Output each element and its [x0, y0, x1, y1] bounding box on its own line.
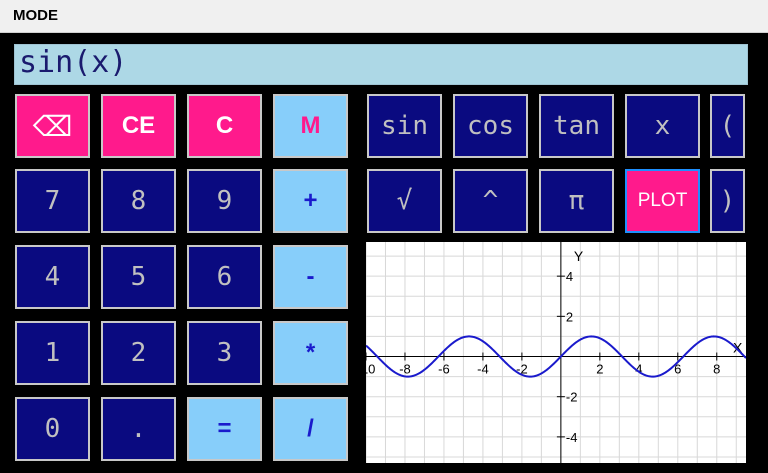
mode-menu[interactable]: MODE: [13, 7, 58, 24]
cos-button[interactable]: cos: [453, 94, 528, 158]
equals-button[interactable]: =: [187, 397, 262, 461]
y-tick-label: 4: [566, 269, 573, 284]
plus-button[interactable]: +: [273, 169, 348, 233]
digit-6-button[interactable]: 6: [187, 245, 262, 309]
x-tick-label: -4: [477, 362, 489, 377]
variable-x-button[interactable]: x: [625, 94, 700, 158]
digit-7-button[interactable]: 7: [15, 169, 90, 233]
function-graph[interactable]: -10-8-6-4-2246842-2-4XY: [357, 242, 747, 463]
expression-text: sin(x): [19, 45, 128, 80]
y-tick-label: 2: [566, 309, 573, 324]
digit-5-button[interactable]: 5: [101, 245, 176, 309]
x-tick-label: -6: [438, 362, 450, 377]
minus-button[interactable]: -: [273, 245, 348, 309]
y-axis-label: Y: [574, 248, 584, 264]
decimal-point-button[interactable]: .: [101, 397, 176, 461]
digit-1-button[interactable]: 1: [15, 321, 90, 385]
right-paren-button[interactable]: ): [710, 169, 745, 233]
digit-9-button[interactable]: 9: [187, 169, 262, 233]
divide-button[interactable]: /: [273, 397, 348, 461]
y-tick-label: -2: [566, 390, 578, 405]
mode-menu-bar: MODE: [0, 0, 768, 33]
sqrt-button[interactable]: √: [367, 169, 442, 233]
backspace-icon: ⌫: [32, 110, 73, 142]
left-paren-button[interactable]: (: [710, 94, 745, 158]
tan-button[interactable]: tan: [539, 94, 614, 158]
backspace-button[interactable]: ⌫: [15, 94, 90, 158]
digit-2-button[interactable]: 2: [101, 321, 176, 385]
plot-button[interactable]: PLOT: [625, 169, 700, 233]
pi-button[interactable]: π: [539, 169, 614, 233]
x-tick-label: 2: [596, 362, 603, 377]
sin-button[interactable]: sin: [367, 94, 442, 158]
digit-0-button[interactable]: 0: [15, 397, 90, 461]
expression-display[interactable]: sin(x): [14, 44, 748, 85]
digit-4-button[interactable]: 4: [15, 245, 90, 309]
digit-3-button[interactable]: 3: [187, 321, 262, 385]
y-tick-label: -4: [566, 430, 578, 445]
memory-button[interactable]: M: [273, 94, 348, 158]
x-tick-label: -10: [366, 362, 375, 377]
clear-entry-button[interactable]: CE: [101, 94, 176, 158]
x-tick-label: 8: [713, 362, 720, 377]
power-button[interactable]: ^: [453, 169, 528, 233]
digit-8-button[interactable]: 8: [101, 169, 176, 233]
clear-button[interactable]: C: [187, 94, 262, 158]
x-tick-label: -8: [399, 362, 411, 377]
multiply-button[interactable]: *: [273, 321, 348, 385]
graph-canvas: -10-8-6-4-2246842-2-4XY: [357, 242, 747, 463]
